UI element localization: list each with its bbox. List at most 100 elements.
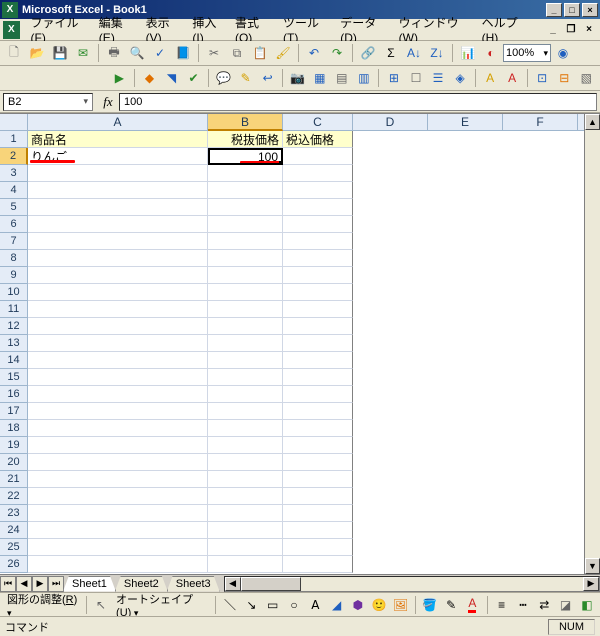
minimize-button[interactable]: _ <box>546 3 562 17</box>
copy-icon[interactable]: ⧉ <box>226 42 248 64</box>
row-header-2[interactable]: 2 <box>0 148 28 165</box>
cell-F18[interactable] <box>503 420 578 437</box>
cell-C18[interactable] <box>283 420 353 437</box>
hyperlink-icon[interactable]: 🔗 <box>357 42 379 64</box>
row-header-10[interactable]: 10 <box>0 284 28 301</box>
sort-desc-icon[interactable]: Z↓ <box>426 42 448 64</box>
scroll-left-button[interactable]: ◀ <box>225 577 241 591</box>
cell-D14[interactable] <box>353 352 428 369</box>
paste-icon[interactable]: 📋 <box>249 42 271 64</box>
cell-E5[interactable] <box>428 199 503 216</box>
cell-B18[interactable] <box>208 420 283 437</box>
row-header-6[interactable]: 6 <box>0 216 28 233</box>
col-header-B[interactable]: B <box>208 114 283 131</box>
sheet-tab-3[interactable]: Sheet3 <box>167 576 220 592</box>
cell-D10[interactable] <box>353 284 428 301</box>
cell-F11[interactable] <box>503 301 578 318</box>
cell-E21[interactable] <box>428 471 503 488</box>
cell-F7[interactable] <box>503 233 578 250</box>
cut-icon[interactable]: ✂ <box>203 42 225 64</box>
toggle1-icon[interactable]: ⊡ <box>532 67 553 89</box>
cell-B15[interactable] <box>208 369 283 386</box>
cell-A4[interactable] <box>28 182 208 199</box>
cell-D5[interactable] <box>353 199 428 216</box>
cell-A16[interactable] <box>28 386 208 403</box>
sheet-nav-next-button[interactable]: ▶ <box>32 576 48 592</box>
cell-A22[interactable] <box>28 488 208 505</box>
cell-D26[interactable] <box>353 556 428 573</box>
cell-E18[interactable] <box>428 420 503 437</box>
row-header-16[interactable]: 16 <box>0 386 28 403</box>
cell-D9[interactable] <box>353 267 428 284</box>
cell-C2[interactable] <box>283 148 353 165</box>
comment-edit-icon[interactable]: ✎ <box>235 67 256 89</box>
row-header-14[interactable]: 14 <box>0 352 28 369</box>
cell-E2[interactable] <box>428 148 503 165</box>
cell-E4[interactable] <box>428 182 503 199</box>
scroll-thumb[interactable] <box>241 577 301 591</box>
cell-B8[interactable] <box>208 250 283 267</box>
cell-E24[interactable] <box>428 522 503 539</box>
research-icon[interactable]: 📘 <box>172 42 194 64</box>
cell-E12[interactable] <box>428 318 503 335</box>
line-icon[interactable]: ＼ <box>220 594 240 616</box>
row-header-13[interactable]: 13 <box>0 335 28 352</box>
cell-C1[interactable]: 税込価格 <box>283 131 353 148</box>
cell-E7[interactable] <box>428 233 503 250</box>
cell-F23[interactable] <box>503 505 578 522</box>
cell-A14[interactable] <box>28 352 208 369</box>
cell-E20[interactable] <box>428 454 503 471</box>
cell-A2[interactable]: りんご <box>28 148 208 165</box>
cell-A23[interactable] <box>28 505 208 522</box>
cell-C14[interactable] <box>283 352 353 369</box>
cell-B10[interactable] <box>208 284 283 301</box>
cell-F26[interactable] <box>503 556 578 573</box>
cell-F1[interactable] <box>503 131 578 148</box>
cell-F8[interactable] <box>503 250 578 267</box>
cell-B21[interactable] <box>208 471 283 488</box>
cell-B25[interactable] <box>208 539 283 556</box>
oval-icon[interactable]: ○ <box>284 594 304 616</box>
sheet-tab-2[interactable]: Sheet2 <box>115 576 168 592</box>
cell-C7[interactable] <box>283 233 353 250</box>
cell-C13[interactable] <box>283 335 353 352</box>
cell-D19[interactable] <box>353 437 428 454</box>
close-button[interactable]: × <box>582 3 598 17</box>
cell-F14[interactable] <box>503 352 578 369</box>
row-header-7[interactable]: 7 <box>0 233 28 250</box>
cell-D15[interactable] <box>353 369 428 386</box>
cell-D4[interactable] <box>353 182 428 199</box>
cell-D7[interactable] <box>353 233 428 250</box>
fill-color-icon[interactable]: 🪣 <box>420 594 440 616</box>
cell-B13[interactable] <box>208 335 283 352</box>
cell-F6[interactable] <box>503 216 578 233</box>
new-icon[interactable]: 🗋 <box>3 42 25 64</box>
row-header-12[interactable]: 12 <box>0 318 28 335</box>
chart-wizard-icon[interactable]: 📊 <box>457 42 479 64</box>
sort-asc-icon[interactable]: A↓ <box>403 42 425 64</box>
cell-D3[interactable] <box>353 165 428 182</box>
row-header-21[interactable]: 21 <box>0 471 28 488</box>
tag-icon[interactable]: ◈ <box>450 67 471 89</box>
textbox-icon[interactable]: 𝖠 <box>305 594 325 616</box>
cell-C16[interactable] <box>283 386 353 403</box>
row-header-4[interactable]: 4 <box>0 182 28 199</box>
cell-D23[interactable] <box>353 505 428 522</box>
cell-A10[interactable] <box>28 284 208 301</box>
picture-icon[interactable]: 🖼 <box>390 594 410 616</box>
open-icon[interactable]: 📂 <box>26 42 48 64</box>
cell-D24[interactable] <box>353 522 428 539</box>
reply-icon[interactable]: ↩ <box>257 67 278 89</box>
autosum-icon[interactable]: Σ <box>380 42 402 64</box>
cell-E26[interactable] <box>428 556 503 573</box>
cell-D21[interactable] <box>353 471 428 488</box>
cell-F9[interactable] <box>503 267 578 284</box>
cell-C6[interactable] <box>283 216 353 233</box>
cell-A5[interactable] <box>28 199 208 216</box>
cell-C26[interactable] <box>283 556 353 573</box>
cell-A18[interactable] <box>28 420 208 437</box>
comment-icon[interactable]: 💬 <box>213 67 234 89</box>
cell-D22[interactable] <box>353 488 428 505</box>
cell-C25[interactable] <box>283 539 353 556</box>
row-header-19[interactable]: 19 <box>0 437 28 454</box>
